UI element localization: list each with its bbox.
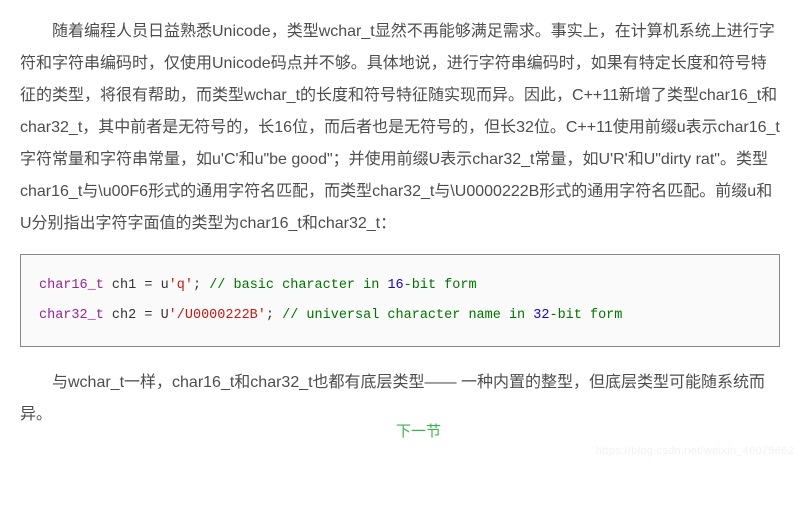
token-string: '/U0000222B' (169, 308, 266, 323)
code-line-1: char16_t ch1 = u'q'; // basic character … (39, 278, 477, 293)
code-line-2: char32_t ch2 = U'/U0000222B'; // univers… (39, 308, 622, 323)
token-type: char16_t (39, 278, 104, 293)
token-prefix: u (161, 278, 169, 293)
token-var: ch1 (112, 278, 136, 293)
token-comment: // basic character in 16-bit form (209, 278, 476, 293)
token-var: ch2 (112, 308, 136, 323)
token-op: = (144, 308, 152, 323)
token-number: 16 (387, 278, 403, 293)
token-op: = (144, 278, 152, 293)
token-semi: ; (266, 308, 274, 323)
token-string: 'q' (169, 278, 193, 293)
next-section-link[interactable]: 下一节 (396, 420, 441, 441)
token-type: char32_t (39, 308, 104, 323)
paragraph-1: 随着编程人员日益熟悉Unicode，类型wchar_t显然不再能够满足需求。事实… (20, 16, 780, 240)
watermark: https://blog.csdn.net/weixin_46075662 (596, 445, 794, 457)
token-comment: // universal character name in 32-bit fo… (282, 308, 622, 323)
token-prefix: U (161, 308, 169, 323)
code-block: char16_t ch1 = u'q'; // basic character … (20, 254, 780, 347)
token-number: 32 (533, 308, 549, 323)
token-semi: ; (193, 278, 201, 293)
